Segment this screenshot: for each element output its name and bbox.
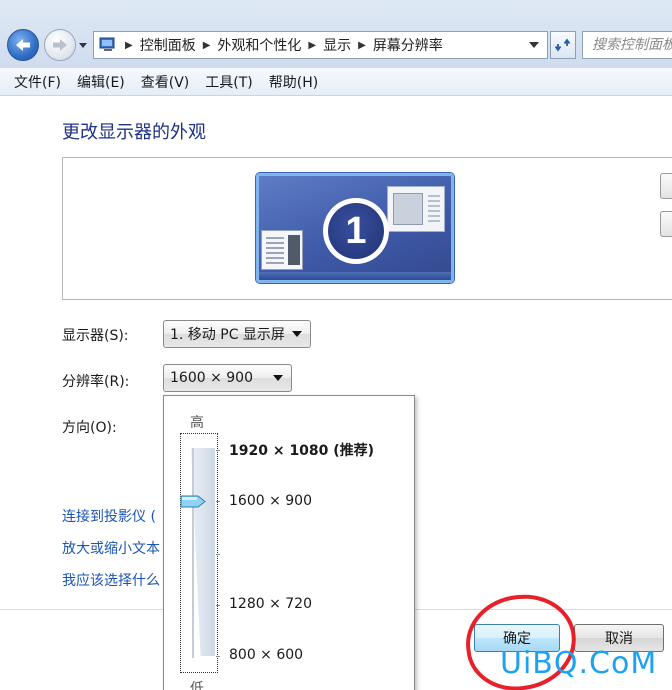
resolution-select[interactable]: 1600 × 900 [163, 364, 292, 392]
search-input[interactable] [592, 37, 672, 53]
monitor-preview[interactable]: 1 [256, 173, 454, 283]
menu-bar: 文件(F) 编辑(E) 查看(V) 工具(T) 帮助(H) [0, 68, 672, 96]
slider-rail [192, 448, 194, 658]
slider-tick [216, 656, 220, 657]
arrow-right-icon [53, 39, 67, 51]
breadcrumb-separator: ▶ [358, 39, 366, 51]
breadcrumb-screen-resolution[interactable]: 屏幕分辨率 [373, 35, 443, 55]
back-button[interactable] [7, 29, 39, 61]
monitor-number: 1 [328, 203, 384, 259]
window-thumbnail [261, 230, 303, 270]
resolution-option-1280x720[interactable]: 1280 × 720 [229, 596, 312, 612]
refresh-icon [555, 38, 571, 52]
address-bar-area: ▶ 控制面板 ▶ 外观和个性化 ▶ 显示 ▶ 屏幕分辨率 [0, 0, 672, 68]
monitor-number-badge: 1 [323, 198, 389, 264]
taskbar-thumbnail [259, 272, 451, 280]
help-choose-link[interactable]: 我应该选择什么 [62, 570, 160, 590]
control-panel-icon [99, 37, 115, 51]
menu-tools[interactable]: 工具(T) [197, 72, 260, 92]
resolution-select-value: 1600 × 900 [170, 370, 253, 386]
breadcrumb-control-panel[interactable]: 控制面板 [140, 35, 196, 55]
search-box[interactable] [582, 31, 672, 59]
connect-projector-link[interactable]: 连接到投影仪 ( [62, 506, 156, 526]
slider-tick [216, 450, 220, 451]
breadcrumb-display[interactable]: 显示 [323, 35, 351, 55]
detect-button[interactable] [660, 173, 672, 199]
breadcrumb-separator: ▶ [202, 39, 211, 51]
address-box[interactable]: ▶ 控制面板 ▶ 外观和个性化 ▶ 显示 ▶ 屏幕分辨率 [93, 31, 548, 59]
refresh-button[interactable] [550, 31, 576, 59]
breadcrumb-separator: ▶ [125, 39, 133, 51]
page-title: 更改显示器的外观 [62, 122, 206, 143]
slider-tick [216, 501, 220, 502]
orientation-label: 方向(O): [62, 420, 117, 436]
resolution-label: 分辨率(R): [62, 374, 130, 390]
arrow-left-icon [16, 39, 30, 51]
menu-view[interactable]: 查看(V) [133, 72, 198, 92]
menu-help[interactable]: 帮助(H) [261, 72, 326, 92]
slider-thumb[interactable] [180, 495, 206, 508]
chevron-down-icon [273, 375, 283, 381]
resolution-option-1920x1080[interactable]: 1920 × 1080 (推荐) [229, 440, 374, 460]
resolution-option-1600x900[interactable]: 1600 × 900 [229, 493, 312, 509]
slider-tick [216, 554, 220, 555]
slider-low-label: 低 [190, 681, 204, 690]
breadcrumb-appearance[interactable]: 外观和个性化 [217, 35, 301, 55]
slider-tick [216, 605, 220, 606]
watermark: UiBQ.CoM [500, 646, 658, 681]
forward-button[interactable] [44, 29, 76, 61]
chevron-down-icon[interactable] [529, 41, 539, 49]
identify-button[interactable] [660, 211, 672, 237]
recent-pages-dropdown[interactable] [78, 40, 88, 50]
resolution-option-800x600[interactable]: 800 × 600 [229, 647, 303, 663]
text-size-link[interactable]: 放大或缩小文本 [62, 538, 160, 558]
breadcrumb-separator: ▶ [308, 39, 317, 51]
resolution-popup: 高 1920 × 1080 (推荐) 1600 × 900 1280 × 720… [163, 395, 415, 690]
display-select-value: 1. 移动 PC 显示屏 [170, 327, 285, 343]
window-thumbnail [387, 186, 445, 232]
menu-file[interactable]: 文件(F) [6, 72, 69, 92]
slider-high-label: 高 [190, 415, 204, 431]
chevron-down-icon [292, 331, 302, 337]
menu-edit[interactable]: 编辑(E) [69, 72, 133, 92]
display-select[interactable]: 1. 移动 PC 显示屏 [163, 320, 311, 348]
display-label: 显示器(S): [62, 328, 129, 344]
